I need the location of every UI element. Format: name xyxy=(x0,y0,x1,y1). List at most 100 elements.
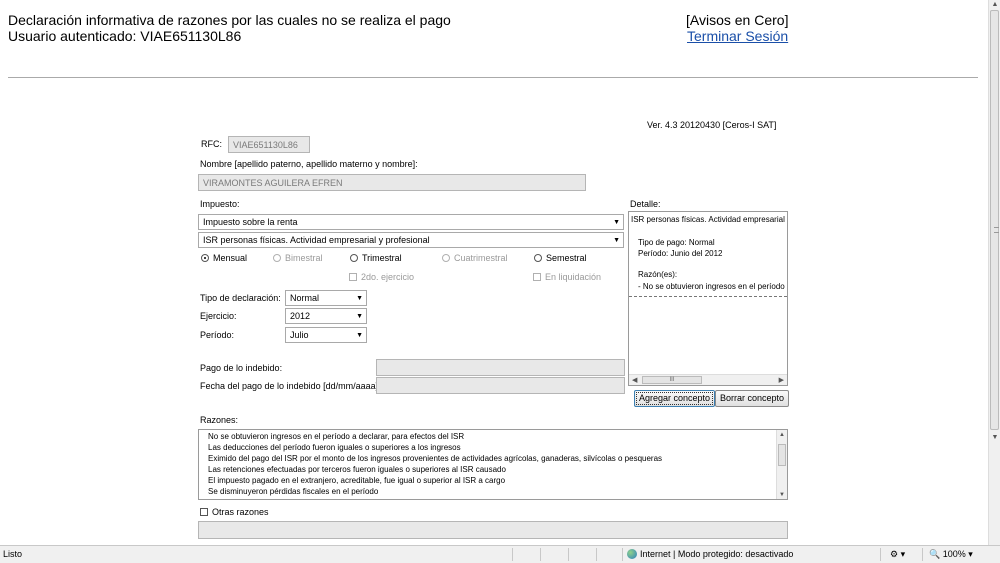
radio-bimestral[interactable]: Bimestral xyxy=(273,253,323,263)
razones-label: Razones: xyxy=(200,415,239,425)
impuesto-select-value: Impuesto sobre la renta xyxy=(203,217,298,227)
radio-trimestral-label: Trimestral xyxy=(362,253,402,263)
en-liquidacion-checkbox[interactable]: En liquidación xyxy=(533,272,601,282)
status-divider xyxy=(596,548,597,561)
arrow-right-icon[interactable]: ▶ xyxy=(779,376,784,384)
radio-icon xyxy=(350,254,358,262)
radio-icon xyxy=(273,254,281,262)
chevron-down-icon: ▼ xyxy=(356,313,363,320)
status-divider xyxy=(622,548,623,561)
radio-cuatrimestral-label: Cuatrimestral xyxy=(454,253,508,263)
list-item[interactable]: El impuesto pagado en el extranjero, acr… xyxy=(208,476,505,485)
list-item[interactable]: Se disminuyeron pérdidas fiscales en el … xyxy=(208,487,378,496)
tipo-declaracion-label: Tipo de declaración: xyxy=(200,293,281,303)
detalle-line: Período: Junio del 2012 xyxy=(638,249,723,258)
header-divider xyxy=(8,77,978,78)
zoom-level: 100% xyxy=(942,549,966,559)
radio-trimestral[interactable]: Trimestral xyxy=(350,253,402,263)
periodo-select[interactable]: Julio ▼ xyxy=(285,327,367,343)
detalle-line: - No se obtuvieron ingresos en el períod… xyxy=(638,282,787,291)
chevron-down-icon: ▼ xyxy=(356,295,363,302)
security-zone: Internet | Modo protegido: desactivado xyxy=(627,549,793,559)
detalle-horizontal-scrollbar[interactable]: ◀ III ▶ xyxy=(629,374,787,385)
arrow-up-icon[interactable]: ▲ xyxy=(779,432,785,438)
radio-checked-icon xyxy=(201,254,209,262)
razones-list[interactable]: No se obtuvieron ingresos en el período … xyxy=(198,429,788,500)
segundo-ejercicio-checkbox[interactable]: 2do. ejercicio xyxy=(349,272,414,282)
detalle-line: Tipo de pago: Normal xyxy=(638,238,715,247)
detalle-line: Razón(es): xyxy=(638,270,678,279)
page-vertical-scrollbar[interactable]: ▲ ▼ xyxy=(988,0,1000,545)
detalle-separator xyxy=(629,296,787,297)
detalle-label: Detalle: xyxy=(630,199,661,209)
chevron-down-icon: ▼ xyxy=(613,237,620,244)
rfc-field: VIAE651130L86 xyxy=(228,136,310,153)
logout-link[interactable]: Terminar Sesión xyxy=(687,28,788,44)
pago-indebido-field xyxy=(376,359,625,376)
otras-razones-label: Otras razones xyxy=(212,507,269,517)
arrow-down-icon[interactable]: ▼ xyxy=(991,434,999,442)
nombre-field: VIRAMONTES AGUILERA EFREN xyxy=(198,174,586,191)
radio-cuatrimestral[interactable]: Cuatrimestral xyxy=(442,253,508,263)
scroll-thumb[interactable] xyxy=(778,444,786,466)
zoom-icon: 🔍 xyxy=(929,549,941,559)
avisos-label: [Avisos en Cero] xyxy=(686,12,789,28)
segundo-ejercicio-label: 2do. ejercicio xyxy=(361,272,415,282)
detalle-panel[interactable]: ISR personas físicas. Actividad empresar… xyxy=(628,211,788,386)
list-item[interactable]: Las deducciones del período fueron igual… xyxy=(208,443,461,452)
scroll-thumb[interactable] xyxy=(990,10,999,430)
scroll-thumb[interactable]: III xyxy=(642,376,702,384)
zoom-control[interactable]: 🔍 100% ▾ xyxy=(929,549,973,560)
radio-icon xyxy=(534,254,542,262)
subimpuesto-select-value: ISR personas físicas. Actividad empresar… xyxy=(203,235,430,245)
detalle-line: ISR personas físicas. Actividad empresar… xyxy=(631,215,787,224)
pago-indebido-label: Pago de lo indebido: xyxy=(200,363,283,373)
page-title: Declaración informativa de razones por l… xyxy=(8,12,451,28)
agregar-concepto-button[interactable]: Agregar concepto xyxy=(634,390,716,407)
status-divider xyxy=(922,548,923,561)
arrow-down-icon[interactable]: ▼ xyxy=(779,492,785,498)
ejercicio-select[interactable]: 2012 ▼ xyxy=(285,308,367,324)
radio-semestral-label: Semestral xyxy=(546,253,587,263)
periodo-value: Julio xyxy=(290,330,309,340)
chevron-down-icon: ▼ xyxy=(613,219,620,226)
grip-icon xyxy=(994,227,999,233)
status-divider xyxy=(880,548,881,561)
checkbox-icon xyxy=(349,273,357,281)
radio-mensual[interactable]: Mensual xyxy=(201,253,247,263)
impuesto-label: Impuesto: xyxy=(200,199,240,209)
version-label: Ver. 4.3 20120430 [Ceros-I SAT] xyxy=(647,120,777,130)
tools-icon[interactable]: ⚙ ▾ xyxy=(890,549,905,560)
radio-bimestral-label: Bimestral xyxy=(285,253,323,263)
rfc-label: RFC: xyxy=(201,139,222,149)
nombre-label: Nombre [apellido paterno, apellido mater… xyxy=(200,159,418,169)
otras-razones-field xyxy=(198,521,788,539)
fecha-pago-field xyxy=(376,377,625,394)
list-item[interactable]: No se obtuvieron ingresos en el período … xyxy=(208,432,464,441)
list-item[interactable]: Eximido del pago del ISR por el monto de… xyxy=(208,454,662,463)
borrar-concepto-button[interactable]: Borrar concepto xyxy=(715,390,790,407)
status-text: Listo xyxy=(3,549,23,559)
browser-page: Declaración informativa de razones por l… xyxy=(0,0,988,545)
razones-vertical-scrollbar[interactable]: ▲ ▼ xyxy=(776,430,787,499)
checkbox-icon xyxy=(200,508,208,516)
arrow-left-icon[interactable]: ◀ xyxy=(632,376,637,384)
browser-status-bar: Listo Internet | Modo protegido: desacti… xyxy=(0,545,1000,563)
checkbox-icon xyxy=(533,273,541,281)
tipo-declaracion-value: Normal xyxy=(290,293,320,303)
arrow-up-icon[interactable]: ▲ xyxy=(991,1,999,9)
fecha-pago-label: Fecha del pago de lo indebido [dd/mm/aaa… xyxy=(200,381,381,391)
periodo-label: Período: xyxy=(200,330,235,340)
en-liquidacion-label: En liquidación xyxy=(545,272,602,282)
ejercicio-value: 2012 xyxy=(290,311,311,321)
list-item[interactable]: Las retenciones efectuadas por terceros … xyxy=(208,465,506,474)
subimpuesto-select[interactable]: ISR personas físicas. Actividad empresar… xyxy=(198,232,624,248)
impuesto-select[interactable]: Impuesto sobre la renta ▼ xyxy=(198,214,624,230)
radio-mensual-label: Mensual xyxy=(213,253,248,263)
otras-razones-checkbox[interactable]: Otras razones xyxy=(200,507,269,517)
radio-semestral[interactable]: Semestral xyxy=(534,253,587,263)
globe-icon xyxy=(627,549,637,559)
chevron-down-icon: ▼ xyxy=(356,332,363,339)
status-divider xyxy=(540,548,541,561)
tipo-declaracion-select[interactable]: Normal ▼ xyxy=(285,290,367,306)
